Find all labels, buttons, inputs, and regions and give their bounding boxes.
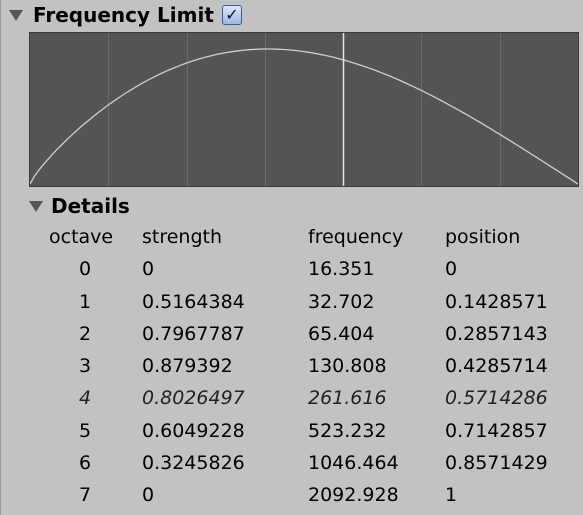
- frequency-limit-checkbox[interactable]: ✓: [221, 5, 242, 25]
- frequency-limit-panel: Frequency Limit ✓ Details octave strengt…: [0, 0, 583, 515]
- column-header-frequency: frequency: [308, 226, 404, 248]
- table-row: 6 0.3245826 1046.464 0.8571429: [1, 450, 583, 482]
- octave-cell: 4: [79, 387, 92, 410]
- column-header-strength: strength: [142, 226, 223, 248]
- frequency-limit-header: Frequency Limit ✓: [9, 2, 242, 28]
- octave-cell: 0: [79, 258, 92, 281]
- frequency-cell: 2092.928: [308, 484, 399, 507]
- octave-cell: 1: [79, 290, 92, 313]
- strength-cell: 0.879392: [142, 355, 233, 378]
- strength-cell: 0.5164384: [142, 290, 245, 313]
- details-header: Details: [29, 193, 130, 219]
- strength-cell: 0.6049228: [142, 419, 245, 442]
- table-row: 0 0 16.351 0: [1, 256, 583, 288]
- table-row: 7 0 2092.928 1: [1, 482, 583, 514]
- position-cell: 0.5714286: [445, 387, 548, 410]
- table-rows: 0 0 16.351 0 1 0.5164384 32.702 0.1428571 2 0.796…: [1, 256, 583, 514]
- frequency-limit-title: Frequency Limit: [33, 3, 214, 27]
- frequency-cell: 130.808: [308, 355, 387, 378]
- strength-cell: 0.8026497: [142, 387, 245, 410]
- frequency-cell: 16.351: [308, 258, 375, 281]
- column-header-position: position: [445, 226, 521, 248]
- table-row: 3 0.879392 130.808 0.4285714: [1, 353, 583, 385]
- position-cell: 0: [445, 258, 458, 281]
- table-row: 2 0.7967787 65.404 0.2857143: [1, 321, 583, 353]
- position-cell: 0.1428571: [445, 290, 548, 313]
- position-cell: 0.7142857: [445, 419, 548, 442]
- octave-cell: 7: [79, 484, 92, 507]
- octave-cell: 5: [79, 419, 92, 442]
- position-cell: 0.8571429: [445, 452, 548, 475]
- frequency-curve-graph: [29, 32, 579, 187]
- frequency-curve: [30, 48, 578, 185]
- octave-cell: 2: [79, 322, 92, 345]
- frequency-cell: 523.232: [308, 419, 387, 442]
- octave-cell: 3: [79, 355, 92, 378]
- table-row: 5 0.6049228 523.232 0.7142857: [1, 418, 583, 450]
- strength-cell: 0: [142, 258, 155, 281]
- table-header-row: octave strength frequency position: [1, 224, 583, 256]
- position-cell: 1: [445, 484, 458, 507]
- table-row: 1 0.5164384 32.702 0.1428571: [1, 289, 583, 321]
- position-cell: 0.4285714: [445, 355, 548, 378]
- frequency-curve-svg: [30, 33, 578, 186]
- foldout-arrow-icon[interactable]: [9, 9, 23, 21]
- table-row: 4 0.8026497 261.616 0.5714286: [1, 385, 583, 417]
- strength-cell: 0.7967787: [142, 322, 245, 345]
- frequency-cell: 32.702: [308, 290, 375, 313]
- strength-cell: 0: [142, 484, 155, 507]
- column-header-octave: octave: [49, 226, 114, 248]
- position-cell: 0.2857143: [445, 322, 548, 345]
- checkmark-icon: ✓: [225, 5, 239, 24]
- frequency-cell: 1046.464: [308, 452, 399, 475]
- frequency-cell: 65.404: [308, 322, 375, 345]
- details-table: octave strength frequency position 0 0 16.…: [1, 224, 583, 515]
- details-title: Details: [51, 194, 130, 218]
- strength-cell: 0.3245826: [142, 452, 245, 475]
- octave-cell: 6: [79, 452, 92, 475]
- details-foldout-arrow-icon[interactable]: [29, 200, 43, 212]
- frequency-cell: 261.616: [308, 387, 387, 410]
